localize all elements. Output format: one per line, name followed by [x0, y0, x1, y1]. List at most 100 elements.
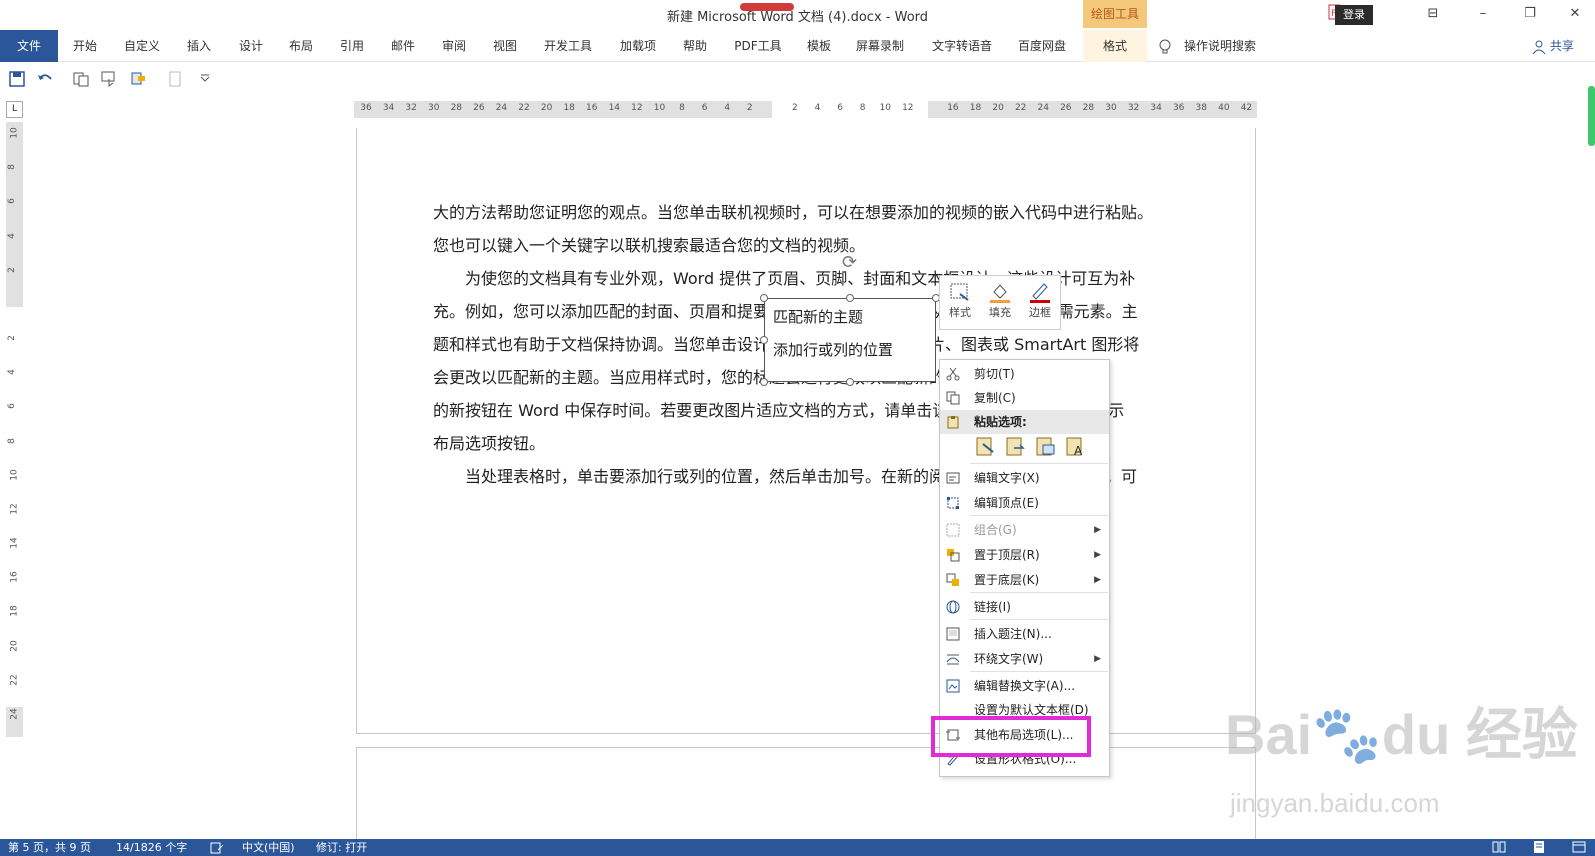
word-count[interactable]: 14/1826 个字 — [116, 839, 187, 856]
tab-text-to-speech[interactable]: 文字转语音 — [924, 30, 1000, 62]
tab-view[interactable]: 视图 — [482, 30, 528, 62]
wrap-text-icon — [946, 654, 960, 665]
horizontal-ruler[interactable]: 36 34 32 30 28 26 24 22 20 18 16 14 12 10 8 6 4 2 2 4 6 8 10 12… — [354, 101, 1257, 118]
ruler-tick-label: 22 — [9, 673, 20, 686]
language-indicator[interactable]: 中文(中国) — [242, 839, 295, 856]
touch-mode-icon[interactable] — [100, 70, 118, 88]
proofing-icon[interactable] — [210, 842, 224, 854]
tab-baidu-pan[interactable]: 百度网盘 — [1010, 30, 1074, 62]
shape-style-icon — [950, 283, 969, 301]
track-changes-indicator[interactable]: 修订: 打开 — [316, 839, 367, 856]
tab-home[interactable]: 开始 — [62, 30, 108, 62]
ruler-tick-label: 12 — [902, 103, 914, 113]
paste-text-only-icon[interactable]: A — [1065, 434, 1087, 458]
paste-keep-source-icon[interactable] — [975, 434, 997, 458]
scissors-icon — [946, 367, 960, 381]
tab-help[interactable]: 帮助 — [672, 30, 718, 62]
tell-me-search[interactable]: 操作说明搜索 — [1184, 30, 1256, 62]
menu-item-edit-alt-text[interactable]: 编辑替换文字(A)... — [940, 674, 1109, 698]
undo-icon[interactable] — [36, 70, 54, 88]
paste-picture-icon[interactable] — [1035, 434, 1057, 458]
menu-label: 置于顶层(R) — [974, 548, 1040, 562]
menu-item-group[interactable]: 组合(G) ▶ — [940, 518, 1109, 542]
ruler-tick-label: 8 — [859, 103, 866, 113]
menu-item-send-to-back[interactable]: 置于底层(K) ▶ — [940, 568, 1109, 592]
tab-insert[interactable]: 插入 — [176, 30, 222, 62]
ruler-tick-label: 16 — [9, 571, 20, 583]
document-page-next[interactable] — [356, 747, 1256, 847]
clipboard-icon — [947, 416, 959, 429]
vertical-ruler[interactable]: 10 8 6 4 2 2 4 6 8 10 12 14 16 18 20 22 24 — [6, 122, 23, 737]
tab-addins[interactable]: 加载项 — [610, 30, 666, 62]
tab-format[interactable]: 格式 — [1083, 30, 1147, 62]
person-icon — [1532, 40, 1546, 54]
menu-item-copy[interactable]: 复制(C) — [940, 386, 1109, 410]
tab-mailings[interactable]: 邮件 — [380, 30, 426, 62]
submenu-arrow-icon: ▶ — [1094, 654, 1101, 664]
tab-review[interactable]: 审阅 — [431, 30, 477, 62]
ruler-tick-label: 12 — [631, 103, 643, 113]
menu-item-bring-to-front[interactable]: 置于顶层(R) ▶ — [940, 543, 1109, 567]
tab-file[interactable]: 文件 — [0, 30, 58, 62]
layout-icon[interactable] — [130, 70, 148, 88]
tab-screen-record[interactable]: 屏幕录制 — [848, 30, 912, 62]
ruler-tick-label: 34 — [1150, 103, 1162, 113]
baidu-jingyan-watermark-logo: Bai🐾du 经验 — [1225, 703, 1578, 766]
customize-qat-icon[interactable] — [196, 70, 214, 88]
close-icon[interactable]: ✕ — [1560, 6, 1590, 21]
ruler-tick-label: 34 — [382, 103, 395, 113]
doc-line: 大的方法帮助您证明您的观点。当您单击联机视频时，可以在想要添加的视频的嵌入代码中… — [433, 203, 1154, 222]
restore-icon[interactable]: ❐ — [1515, 6, 1545, 21]
ruler-tick-label: 6 — [6, 403, 17, 410]
menu-item-edit-text[interactable]: 编辑文字(X) — [940, 466, 1109, 490]
menu-item-cut[interactable]: 剪切(T) — [940, 362, 1109, 386]
tab-custom[interactable]: 自定义 — [116, 30, 168, 62]
print-layout-icon[interactable] — [1532, 841, 1546, 853]
annotation-highlight-box — [931, 716, 1091, 757]
resize-handle[interactable] — [760, 336, 768, 344]
selected-textbox[interactable]: 匹配新的主题 添加行或列的位置 — [764, 298, 936, 382]
drawing-tools-tab-group[interactable]: 绘图工具 — [1083, 0, 1147, 28]
resize-handle[interactable] — [846, 378, 854, 386]
copy-format-icon[interactable] — [72, 70, 90, 88]
paste-merge-icon[interactable] — [1005, 434, 1027, 458]
ruler-tick-label: 42 — [1240, 103, 1253, 113]
web-layout-icon[interactable] — [1572, 841, 1586, 853]
context-menu: 剪切(T) 复制(C) 粘贴选项: A 编辑文字(X) 编辑顶点(E) 组合(G… — [939, 359, 1110, 777]
resize-handle[interactable] — [760, 294, 768, 302]
tab-references[interactable]: 引用 — [329, 30, 375, 62]
share-button[interactable]: 共享 — [1550, 30, 1574, 62]
ruler-tick-label: 4 — [6, 369, 17, 376]
tab-selector-icon[interactable]: L — [6, 101, 23, 118]
tab-layout[interactable]: 布局 — [278, 30, 324, 62]
ribbon-display-icon[interactable]: ⊟ — [1418, 6, 1448, 21]
ruler-tick-label: 4 — [6, 232, 17, 239]
menu-item-wrap-text[interactable]: 环绕文字(W) ▶ — [940, 647, 1109, 671]
tab-pdf-tools[interactable]: PDF工具 — [726, 30, 790, 62]
resize-handle[interactable] — [760, 378, 768, 386]
menu-item-insert-caption[interactable]: 插入题注(N)... — [940, 622, 1109, 646]
title-bar: 新建 Microsoft Word 文档 (4).docx - Word 绘图工… — [0, 0, 1595, 30]
menu-item-edit-points[interactable]: 编辑顶点(E) — [940, 491, 1109, 515]
border-button[interactable]: 边框 — [1022, 280, 1058, 320]
ruler-tick-label: 12 — [9, 503, 20, 515]
save-icon[interactable] — [8, 70, 26, 88]
read-mode-icon[interactable] — [1492, 841, 1506, 853]
rotate-handle-icon[interactable]: ⟳ — [842, 252, 857, 273]
resize-handle[interactable] — [846, 294, 854, 302]
edit-points-icon — [947, 497, 959, 509]
page-count[interactable]: 第 5 页，共 9 页 — [8, 839, 91, 856]
ruler-tick-label: 26 — [1060, 103, 1072, 113]
tab-design[interactable]: 设计 — [228, 30, 274, 62]
fill-button[interactable]: 填充 — [982, 280, 1018, 320]
tab-developer[interactable]: 开发工具 — [536, 30, 600, 62]
paint-bucket-icon — [990, 284, 1010, 303]
menu-label: 编辑顶点(E) — [974, 496, 1039, 510]
minimize-icon[interactable]: – — [1468, 6, 1498, 21]
menu-label: 插入题注(N)... — [974, 627, 1052, 641]
login-button[interactable]: 登录 — [1335, 5, 1373, 25]
tab-templates[interactable]: 模板 — [796, 30, 842, 62]
style-button[interactable]: 样式 — [942, 280, 978, 320]
menu-item-link[interactable]: 链接(I) — [940, 595, 1109, 619]
new-doc-icon[interactable] — [166, 70, 184, 88]
